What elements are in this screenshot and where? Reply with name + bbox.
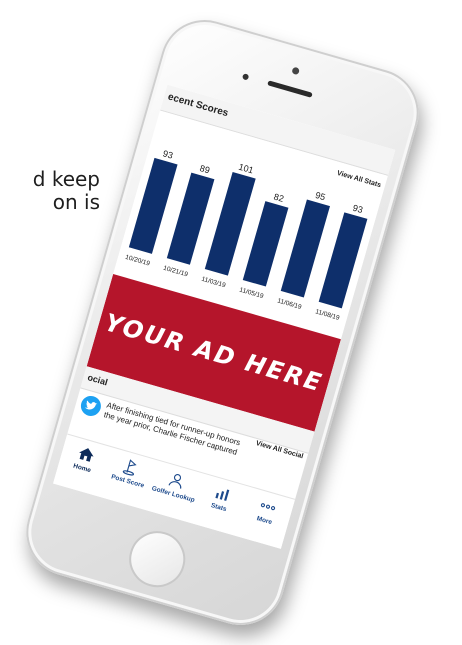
tab-home[interactable]: Home bbox=[59, 440, 111, 479]
app-screen: ecent Scores View All Stats 93 10/20/19 89… bbox=[53, 84, 396, 549]
background-text: d keep on is bbox=[0, 168, 100, 214]
tab-stats[interactable]: Stats bbox=[196, 479, 248, 518]
more-icon bbox=[261, 503, 276, 511]
score-date-label: 11/06/19 bbox=[276, 297, 302, 311]
twitter-icon bbox=[78, 393, 104, 419]
score-value-label: 101 bbox=[237, 162, 254, 176]
score-bar bbox=[280, 199, 330, 298]
background-text-line: on is bbox=[52, 190, 100, 214]
score-value-label: 93 bbox=[352, 203, 364, 215]
score-value-label: 95 bbox=[314, 190, 326, 202]
score-date-label: 11/08/19 bbox=[314, 308, 340, 322]
background-text-line: d keep bbox=[32, 167, 100, 191]
score-value-label: 82 bbox=[273, 192, 285, 204]
tab-more[interactable]: More bbox=[241, 492, 293, 531]
person-icon bbox=[168, 474, 182, 489]
score-bar bbox=[166, 172, 215, 265]
social-title: ocial bbox=[86, 372, 109, 388]
score-bar bbox=[242, 201, 289, 287]
score-date-label: 10/20/19 bbox=[124, 254, 151, 268]
score-bar bbox=[204, 171, 256, 276]
tab-post-score[interactable]: Post Score bbox=[105, 453, 157, 492]
score-date-label: 11/03/19 bbox=[201, 276, 227, 290]
tab-golfer-lookup[interactable]: Golfer Lookup bbox=[150, 466, 202, 505]
score-date-label: 10/21/19 bbox=[162, 265, 189, 279]
stats-icon bbox=[215, 489, 230, 501]
score-value-label: 89 bbox=[199, 163, 211, 175]
score-value-label: 93 bbox=[162, 148, 174, 160]
phone-mockup: ecent Scores View All Stats 93 10/20/19 89… bbox=[15, 9, 430, 636]
score-date-label: 11/05/19 bbox=[239, 287, 265, 301]
golf-flag-icon bbox=[122, 459, 137, 476]
home-icon bbox=[78, 448, 94, 462]
